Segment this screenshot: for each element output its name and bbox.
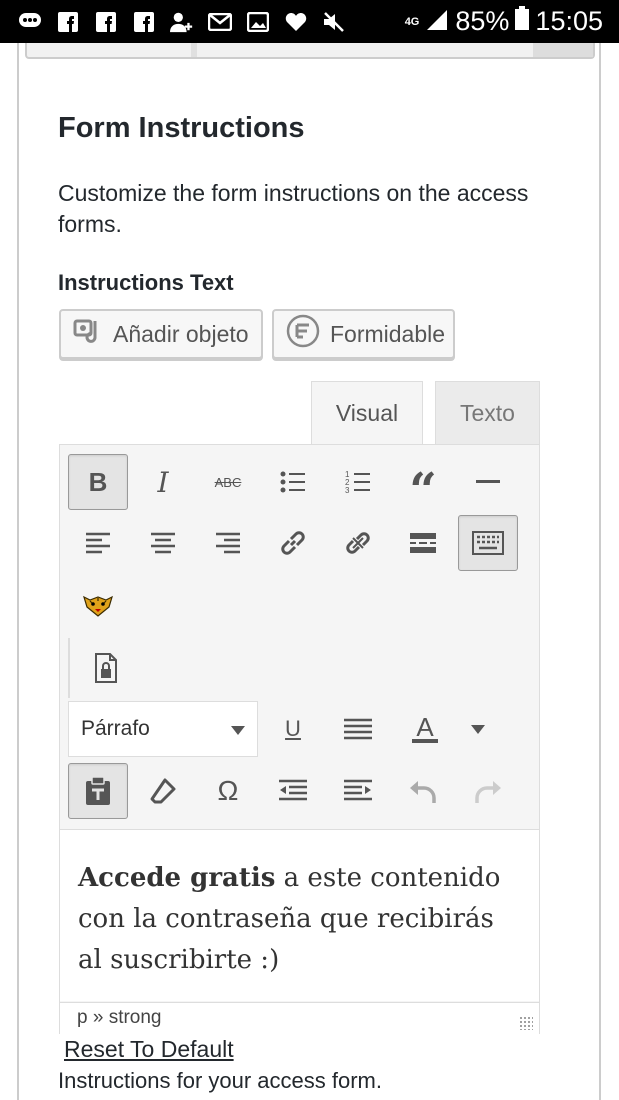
- add-media-label: Añadir objeto: [113, 320, 249, 347]
- section-title: Form Instructions: [58, 112, 305, 144]
- redo-button[interactable]: [458, 763, 518, 819]
- unlink-icon: [346, 532, 370, 554]
- field-label: Instructions Text: [58, 270, 234, 295]
- clear-formatting-button[interactable]: [133, 763, 193, 819]
- tab-visual[interactable]: Visual: [311, 381, 423, 445]
- eraser-icon: [150, 778, 176, 804]
- image-icon: [246, 10, 270, 34]
- network-type: 4G: [404, 15, 420, 28]
- help-text: Instructions for your access form.: [58, 1068, 382, 1093]
- formidable-button[interactable]: Formidable: [272, 309, 455, 359]
- undo-button[interactable]: [393, 763, 453, 819]
- outdent-icon: [279, 779, 307, 801]
- clipboard-icon: [86, 776, 110, 805]
- reset-to-default-link[interactable]: Reset To Default: [64, 1036, 234, 1063]
- tiger-icon: [83, 595, 113, 617]
- bullet-list-icon: [280, 471, 305, 493]
- align-center-button[interactable]: [133, 515, 193, 571]
- indent-icon: [344, 779, 372, 801]
- italic-button[interactable]: I: [133, 454, 193, 510]
- section-description: Customize the form instructions on the a…: [58, 180, 529, 237]
- rich-text-editor: B I ABC 123 “ Párrafo U A Ω Accede grati…: [59, 444, 540, 1034]
- format-select-value: Párrafo: [81, 717, 150, 740]
- editor-content[interactable]: Accede gratis a este contenido con la co…: [60, 829, 539, 1001]
- align-right-icon: [216, 532, 240, 554]
- content-strong-text: Accede gratis: [78, 863, 276, 893]
- justify-icon: [344, 718, 372, 740]
- message-icon: [18, 10, 42, 34]
- paste-as-text-button[interactable]: [68, 763, 128, 819]
- blockquote-icon: “: [409, 463, 437, 519]
- omega-icon: Ω: [217, 775, 239, 806]
- chevron-down-icon: [231, 726, 245, 735]
- notification-icons: [0, 10, 405, 34]
- resize-handle-icon[interactable]: [519, 1016, 533, 1030]
- tab-text[interactable]: Texto: [435, 381, 540, 445]
- add-media-icon: [73, 317, 103, 351]
- redo-icon: [475, 781, 501, 803]
- read-more-button[interactable]: [393, 515, 453, 571]
- indent-button[interactable]: [328, 763, 388, 819]
- insert-link-button[interactable]: [263, 515, 323, 571]
- protect-content-button[interactable]: [76, 640, 136, 696]
- gmail-icon: [208, 10, 232, 34]
- align-center-icon: [151, 532, 175, 554]
- toolbar-toggle-button[interactable]: [458, 515, 518, 571]
- link-icon: [281, 531, 305, 555]
- toolbar-separator: [68, 638, 70, 698]
- italic-icon: I: [157, 465, 169, 499]
- blockquote-button[interactable]: “: [393, 454, 453, 519]
- remove-link-button[interactable]: [328, 515, 388, 571]
- outdent-button[interactable]: [263, 763, 323, 819]
- heart-icon: [284, 10, 308, 34]
- strikethrough-icon: ABC: [214, 474, 242, 490]
- keyboard-icon: [472, 531, 504, 555]
- mute-icon: [322, 10, 346, 34]
- horizontal-line-button[interactable]: [458, 454, 518, 510]
- horizontal-line-icon: [476, 480, 500, 483]
- system-status: 4G 85% 15:05: [405, 6, 619, 37]
- battery-level: 85%: [455, 6, 510, 36]
- element-path: p » strong: [60, 1002, 539, 1034]
- format-select[interactable]: Párrafo: [68, 701, 258, 757]
- signal-icon: [425, 6, 449, 37]
- text-color-dropdown[interactable]: [450, 701, 506, 757]
- undo-icon: [410, 781, 436, 803]
- plugin-button[interactable]: [68, 577, 128, 633]
- text-color-button[interactable]: A: [395, 701, 455, 757]
- read-more-icon: [410, 533, 436, 553]
- lock-file-icon: [95, 653, 117, 683]
- justify-button[interactable]: [328, 701, 388, 757]
- bullet-list-button[interactable]: [263, 454, 323, 510]
- strikethrough-button[interactable]: ABC: [198, 454, 258, 510]
- previous-field-box: [25, 43, 595, 59]
- clock: 15:05: [535, 6, 603, 36]
- numbered-list-icon: 123: [345, 470, 370, 495]
- align-left-icon: [86, 532, 110, 554]
- status-bar: 4G 85% 15:05: [0, 0, 619, 43]
- facebook-icon: [132, 10, 156, 34]
- battery-icon: [515, 6, 530, 37]
- element-path-text: p » strong: [77, 1007, 162, 1028]
- add-person-icon: [170, 10, 194, 34]
- bold-icon: B: [88, 466, 108, 497]
- text-color-icon: A: [412, 714, 438, 743]
- underline-button[interactable]: U: [263, 701, 323, 757]
- svg-text:3: 3: [345, 486, 350, 495]
- numbered-list-button[interactable]: 123: [328, 454, 388, 510]
- add-media-button[interactable]: Añadir objeto: [59, 309, 263, 359]
- formidable-label: Formidable: [330, 320, 446, 347]
- align-right-button[interactable]: [198, 515, 258, 571]
- align-left-button[interactable]: [68, 515, 128, 571]
- chevron-down-icon: [471, 724, 485, 734]
- facebook-icon: [56, 10, 80, 34]
- bold-button[interactable]: B: [68, 454, 128, 510]
- special-character-button[interactable]: Ω: [198, 763, 258, 819]
- formidable-icon: [286, 314, 320, 354]
- facebook-icon: [94, 10, 118, 34]
- underline-icon: U: [285, 716, 301, 741]
